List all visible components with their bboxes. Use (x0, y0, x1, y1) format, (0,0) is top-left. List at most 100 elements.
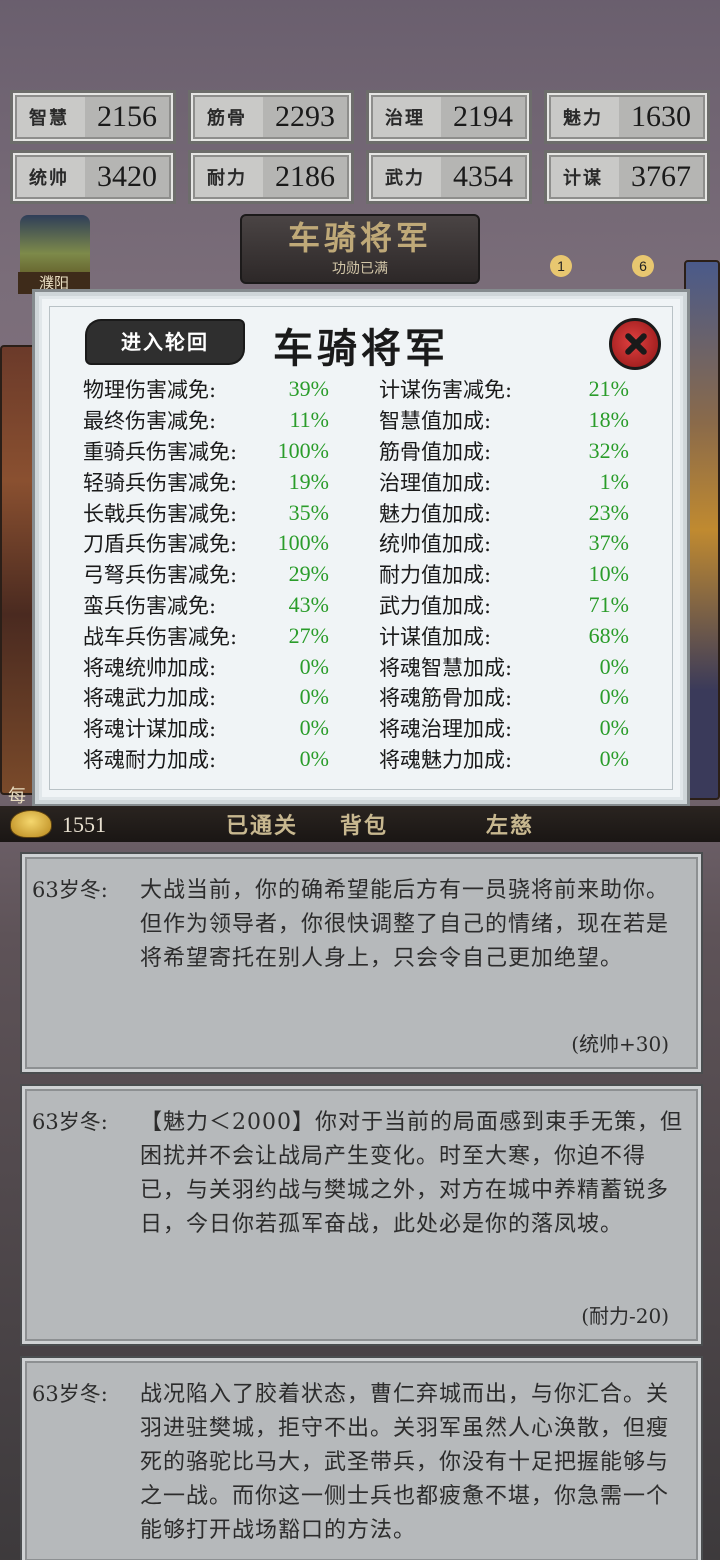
nav-bag[interactable]: 背包 (340, 808, 388, 840)
dialog-title: 车骑将军 (273, 325, 449, 372)
bonus-label: 弓弩兵伤害减免: (83, 563, 238, 588)
bonus-row: 将魂耐力加成: 0% (83, 744, 329, 775)
stat-physique: 筋骨 2293 (188, 90, 354, 144)
bonus-value: 68% (588, 622, 629, 648)
bonus-label: 最终伤害减免: (83, 409, 217, 434)
bonus-row: 物理伤害减免: 39% (83, 374, 329, 405)
bonus-value: 0% (599, 653, 629, 679)
bonus-label: 筋骨值加成: (379, 439, 492, 464)
bonus-row: 轻骑兵伤害减免: 19% (83, 466, 329, 497)
bonus-row: 最终伤害减免: 11% (83, 405, 329, 436)
rank-subtitle: 功勋已满 (332, 261, 388, 277)
nav-zuoci[interactable]: 左慈 (486, 808, 534, 840)
stat-label: 耐力 (207, 168, 247, 189)
bonus-value: 39% (288, 376, 329, 402)
bonus-label: 战车兵伤害减免: (83, 624, 238, 649)
bonus-label: 智慧值加成: (379, 409, 492, 434)
bonus-value: 21% (588, 376, 629, 402)
bonus-label: 刀盾兵伤害减免: (83, 532, 238, 557)
event-text: 大战当前，你的确希望能后方有一员骁将前来助你。但作为领导者，你很快调整了自己的情… (140, 878, 670, 971)
stat-value: 2194 (441, 97, 525, 137)
bonus-row: 统帅值加成: 37% (379, 528, 629, 559)
bonus-row: 智慧值加成: 18% (379, 405, 629, 436)
stat-value: 2156 (85, 97, 169, 137)
bonus-row: 耐力值加成: 10% (379, 559, 629, 590)
event-effect: (耐力-20) (581, 1304, 669, 1328)
stat-governance: 治理 2194 (366, 90, 532, 144)
bonus-value: 35% (288, 499, 329, 525)
stat-charm: 魅力 1630 (544, 90, 710, 144)
bonus-label: 武力值加成: (379, 593, 492, 618)
bonus-label: 魅力值加成: (379, 501, 492, 526)
bonus-label: 将魂魅力加成: (379, 747, 513, 772)
close-icon[interactable] (609, 318, 661, 370)
event-date: 63岁冬: (32, 878, 108, 902)
bonus-value: 23% (588, 499, 629, 525)
hero-slot-badge: 6 (632, 255, 654, 277)
stat-label: 筋骨 (207, 108, 247, 129)
left-hero-column[interactable] (0, 345, 36, 795)
stat-strategy: 计谋 3767 (544, 150, 710, 204)
bonus-value: 19% (288, 468, 329, 494)
bonus-value: 0% (599, 715, 629, 741)
stat-value: 2293 (263, 97, 347, 137)
stat-wisdom: 智慧 2156 (10, 90, 176, 144)
rank-bonus-dialog: 进入轮回 车骑将军 物理伤害减免: 39% 最终伤害减免: 11% 重骑兵伤害减免:… (35, 292, 687, 804)
bonus-label: 将魂武力加成: (83, 686, 217, 711)
hero-slot-badge: 1 (550, 255, 572, 277)
bonus-value: 100% (277, 530, 329, 556)
bonus-value: 0% (299, 745, 329, 771)
event-card: 63岁冬: 战况陷入了胶着状态，曹仁弃城而出，与你汇合。关羽进驻樊城，拒守不出。… (20, 1356, 703, 1560)
bonus-label: 将魂治理加成: (379, 717, 513, 742)
stat-value: 1630 (619, 97, 703, 137)
stat-value: 4354 (441, 157, 525, 197)
left-bonus-list: 物理伤害减免: 39% 最终伤害减免: 11% 重骑兵伤害减免: 100% 轻骑兵伤害… (83, 374, 329, 774)
bonus-row: 将魂治理加成: 0% (379, 713, 629, 744)
bonus-label: 将魂耐力加成: (83, 747, 217, 772)
bonus-label: 计谋值加成: (379, 624, 492, 649)
bonus-label: 将魂智慧加成: (379, 655, 513, 680)
bonus-label: 耐力值加成: (379, 563, 492, 588)
bonus-label: 统帅值加成: (379, 532, 492, 557)
side-char: 每 (8, 786, 26, 807)
bonus-value: 0% (599, 684, 629, 710)
bonus-label: 轻骑兵伤害减免: (83, 470, 238, 495)
event-text: 战况陷入了胶着状态，曹仁弃城而出，与你汇合。关羽进驻樊城，拒守不出。关羽军虽然人… (140, 1382, 670, 1543)
event-date: 63岁冬: (32, 1382, 108, 1406)
bonus-row: 武力值加成: 71% (379, 590, 629, 621)
event-card: 63岁冬: 大战当前，你的确希望能后方有一员骁将前来助你。但作为领导者，你很快调… (20, 852, 703, 1074)
bonus-row: 长戟兵伤害减免: 35% (83, 497, 329, 528)
bonus-value: 0% (299, 715, 329, 741)
bonus-value: 43% (288, 591, 329, 617)
right-hero-column[interactable] (684, 260, 720, 800)
event-card: 63岁冬: 【魅力＜2000】你对于当前的局面感到束手无策，但困扰并不会让战局产… (20, 1084, 703, 1346)
bonus-row: 将魂统帅加成: 0% (83, 651, 329, 682)
stat-command: 统帅 3420 (10, 150, 176, 204)
bonus-row: 筋骨值加成: 32% (379, 436, 629, 467)
bonus-value: 0% (299, 684, 329, 710)
right-bonus-list: 计谋伤害减免: 21% 智慧值加成: 18% 筋骨值加成: 32% 治理值加成: 1% … (379, 374, 629, 774)
bonus-value: 32% (588, 437, 629, 463)
bonus-label: 将魂计谋加成: (83, 717, 217, 742)
bonus-value: 11% (289, 407, 329, 433)
bonus-label: 蛮兵伤害减免: (83, 593, 217, 618)
stat-label: 治理 (385, 108, 425, 129)
nav-passed[interactable]: 已通关 (226, 808, 298, 840)
bonus-row: 魅力值加成: 23% (379, 497, 629, 528)
bonus-value: 0% (599, 745, 629, 771)
bonus-label: 物理伤害减免: (83, 378, 217, 403)
bonus-row: 计谋伤害减免: 21% (379, 374, 629, 405)
bonus-row: 计谋值加成: 68% (379, 620, 629, 651)
rank-banner: 车骑将军 功勋已满 (240, 214, 480, 284)
bonus-label: 计谋伤害减免: (379, 378, 513, 403)
bonus-label: 将魂统帅加成: (83, 655, 217, 680)
bonus-row: 战车兵伤害减免: 27% (83, 620, 329, 651)
bonus-label: 重骑兵伤害减免: (83, 439, 238, 464)
bonus-row: 将魂计谋加成: 0% (83, 713, 329, 744)
city-label: 濮阳 (18, 272, 90, 294)
event-effect: (统帅+30) (571, 1032, 669, 1056)
bonus-row: 刀盾兵伤害减免: 100% (83, 528, 329, 559)
bonus-row: 将魂智慧加成: 0% (379, 651, 629, 682)
bonus-value: 29% (288, 561, 329, 587)
bonus-value: 27% (288, 622, 329, 648)
